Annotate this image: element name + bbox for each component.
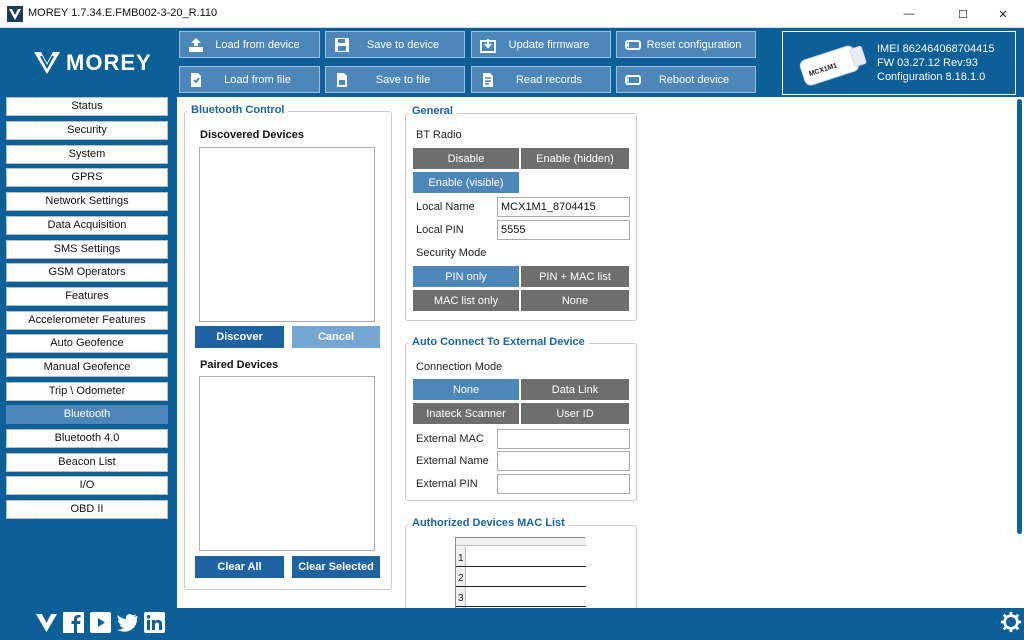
maximize-icon: ☐: [958, 8, 968, 21]
mac-list-table[interactable]: 1 2 3: [455, 537, 586, 608]
logo-text: MOREY: [66, 50, 152, 75]
connection-mode-label: Connection Mode: [416, 361, 503, 373]
reset-icon: [625, 40, 641, 50]
sidebar-item-data-acquisition[interactable]: Data Acquisition: [6, 216, 168, 235]
table-row[interactable]: 1: [456, 548, 586, 567]
close-button[interactable]: ✕: [980, 0, 1024, 28]
cancel-button[interactable]: Cancel: [292, 326, 380, 348]
sidebar-item-sms-settings[interactable]: SMS Settings: [6, 240, 168, 259]
configuration-text: Configuration 8.18.1.0: [877, 71, 986, 83]
sidebar-item-beacon-list[interactable]: Beacon List: [6, 453, 168, 472]
brand-logo: MOREY: [34, 50, 152, 76]
sidebar-item-trip-odometer[interactable]: Trip \ Odometer: [6, 382, 168, 401]
youtube-icon[interactable]: [90, 612, 111, 633]
close-icon: ✕: [998, 8, 1008, 21]
load-from-device-button[interactable]: Load from device: [179, 31, 320, 58]
imei-text: IMEI 862464068704415: [877, 43, 995, 55]
minimize-button[interactable]: —: [886, 0, 932, 28]
sidebar-item-system[interactable]: System: [6, 145, 168, 164]
sidebar-item-auto-geofence[interactable]: Auto Geofence: [6, 334, 168, 353]
facebook-icon[interactable]: [63, 612, 84, 633]
paired-devices-label: Paired Devices: [200, 359, 279, 371]
fw-text: FW 03.27.12 Rev:93: [877, 57, 978, 69]
sidebar-item-gsm-operators[interactable]: GSM Operators: [6, 263, 168, 282]
mode-user-id-option[interactable]: User ID: [520, 402, 630, 425]
sidebar-item-gprs[interactable]: GPRS: [6, 168, 168, 187]
external-pin-label: External PIN: [416, 478, 478, 490]
update-firmware-button[interactable]: Update firmware: [471, 31, 611, 58]
records-icon: [483, 73, 493, 87]
local-name-input[interactable]: MCX1M1_8704415: [497, 197, 630, 217]
device-info-panel: MCX1M1 IMEI 862464068704415 FW 03.27.12 …: [782, 31, 1016, 95]
load-from-file-button[interactable]: Load from file: [179, 66, 320, 93]
local-pin-input[interactable]: 5555: [497, 220, 630, 240]
external-name-label: External Name: [416, 455, 489, 467]
morey-app-icon: [7, 6, 23, 22]
scrollbar-thumb[interactable]: [1017, 99, 1022, 534]
external-name-input[interactable]: [497, 451, 630, 471]
reboot-icon: [625, 75, 641, 85]
mac-list-title: Authorized Devices MAC List: [408, 517, 569, 529]
discovered-devices-label: Discovered Devices: [200, 129, 304, 141]
save-to-file-button[interactable]: Save to file: [325, 66, 465, 93]
mode-inateck-scanner-option[interactable]: Inateck Scanner: [412, 402, 520, 425]
sidebar-item-obd-ii[interactable]: OBD II: [6, 500, 168, 519]
sidebar-item-status[interactable]: Status: [6, 97, 168, 116]
security-none-option[interactable]: None: [520, 289, 630, 312]
upload-icon: [189, 38, 203, 52]
security-pin-mac-option[interactable]: PIN + MAC list: [520, 265, 630, 288]
sidebar-item-i-o[interactable]: I/O: [6, 476, 168, 495]
discovered-devices-list[interactable]: [199, 147, 375, 322]
local-pin-label: Local PIN: [416, 224, 464, 236]
mode-none-option[interactable]: None: [412, 378, 520, 401]
external-mac-input[interactable]: [497, 429, 630, 449]
discover-button[interactable]: Discover: [195, 326, 284, 348]
table-row[interactable]: 3: [456, 588, 586, 607]
read-records-button[interactable]: Read records: [471, 66, 611, 93]
external-pin-input[interactable]: [497, 474, 630, 494]
mode-data-link-option[interactable]: Data Link: [520, 378, 630, 401]
linkedin-icon[interactable]: [144, 612, 165, 633]
paired-devices-list[interactable]: [199, 376, 375, 551]
twitter-icon[interactable]: [117, 612, 138, 633]
sidebar-item-bluetooth[interactable]: Bluetooth: [6, 405, 168, 424]
bt-radio-disable-option[interactable]: Disable: [412, 147, 520, 170]
local-name-label: Local Name: [416, 201, 475, 213]
bluetooth-control-title: Bluetooth Control: [187, 104, 289, 116]
sidebar-item-features[interactable]: Features: [6, 287, 168, 306]
sidebar-item-security[interactable]: Security: [6, 121, 168, 140]
minimize-icon: —: [903, 8, 915, 20]
content-panel: Bluetooth Control Discovered Devices Dis…: [177, 97, 1015, 608]
clear-selected-button[interactable]: Clear Selected: [292, 556, 380, 578]
window-titlebar: MOREY 1.7.34.E.FMB002-3-20_R.110 — ☐ ✕: [0, 0, 1024, 28]
reset-configuration-button[interactable]: Reset configuration: [616, 31, 756, 58]
security-mode-label: Security Mode: [416, 247, 487, 259]
external-mac-label: External MAC: [416, 433, 484, 445]
clear-all-button[interactable]: Clear All: [195, 556, 284, 578]
social-links: [36, 612, 165, 633]
window-title: MOREY 1.7.34.E.FMB002-3-20_R.110: [28, 7, 218, 19]
bt-radio-enable-hidden-option[interactable]: Enable (hidden): [520, 147, 630, 170]
bt-radio-label: BT Radio: [416, 129, 462, 141]
settings-gear-icon[interactable]: [1000, 611, 1022, 633]
reboot-device-button[interactable]: Reboot device: [616, 66, 756, 93]
save-icon: [335, 38, 349, 52]
morey-icon[interactable]: [36, 612, 57, 633]
sidebar-item-network-settings[interactable]: Network Settings: [6, 192, 168, 211]
security-mac-only-option[interactable]: MAC list only: [412, 289, 520, 312]
table-row[interactable]: 2: [456, 568, 586, 587]
morey-logo-icon: [34, 52, 60, 74]
bt-radio-enable-visible-option[interactable]: Enable (visible): [412, 171, 520, 194]
file-load-icon: [191, 73, 201, 87]
firmware-icon: [480, 39, 496, 53]
sidebar-item-accelerometer-features[interactable]: Accelerometer Features: [6, 311, 168, 330]
security-pin-only-option[interactable]: PIN only: [412, 265, 520, 288]
general-title: General: [408, 105, 457, 117]
obd-device-image: MCX1M1: [799, 45, 867, 86]
file-save-icon: [337, 73, 347, 87]
sidebar-item-bluetooth-4-0[interactable]: Bluetooth 4.0: [6, 429, 168, 448]
auto-connect-title: Auto Connect To External Device: [408, 336, 589, 348]
save-to-device-button[interactable]: Save to device: [325, 31, 465, 58]
sidebar-item-manual-geofence[interactable]: Manual Geofence: [6, 358, 168, 377]
